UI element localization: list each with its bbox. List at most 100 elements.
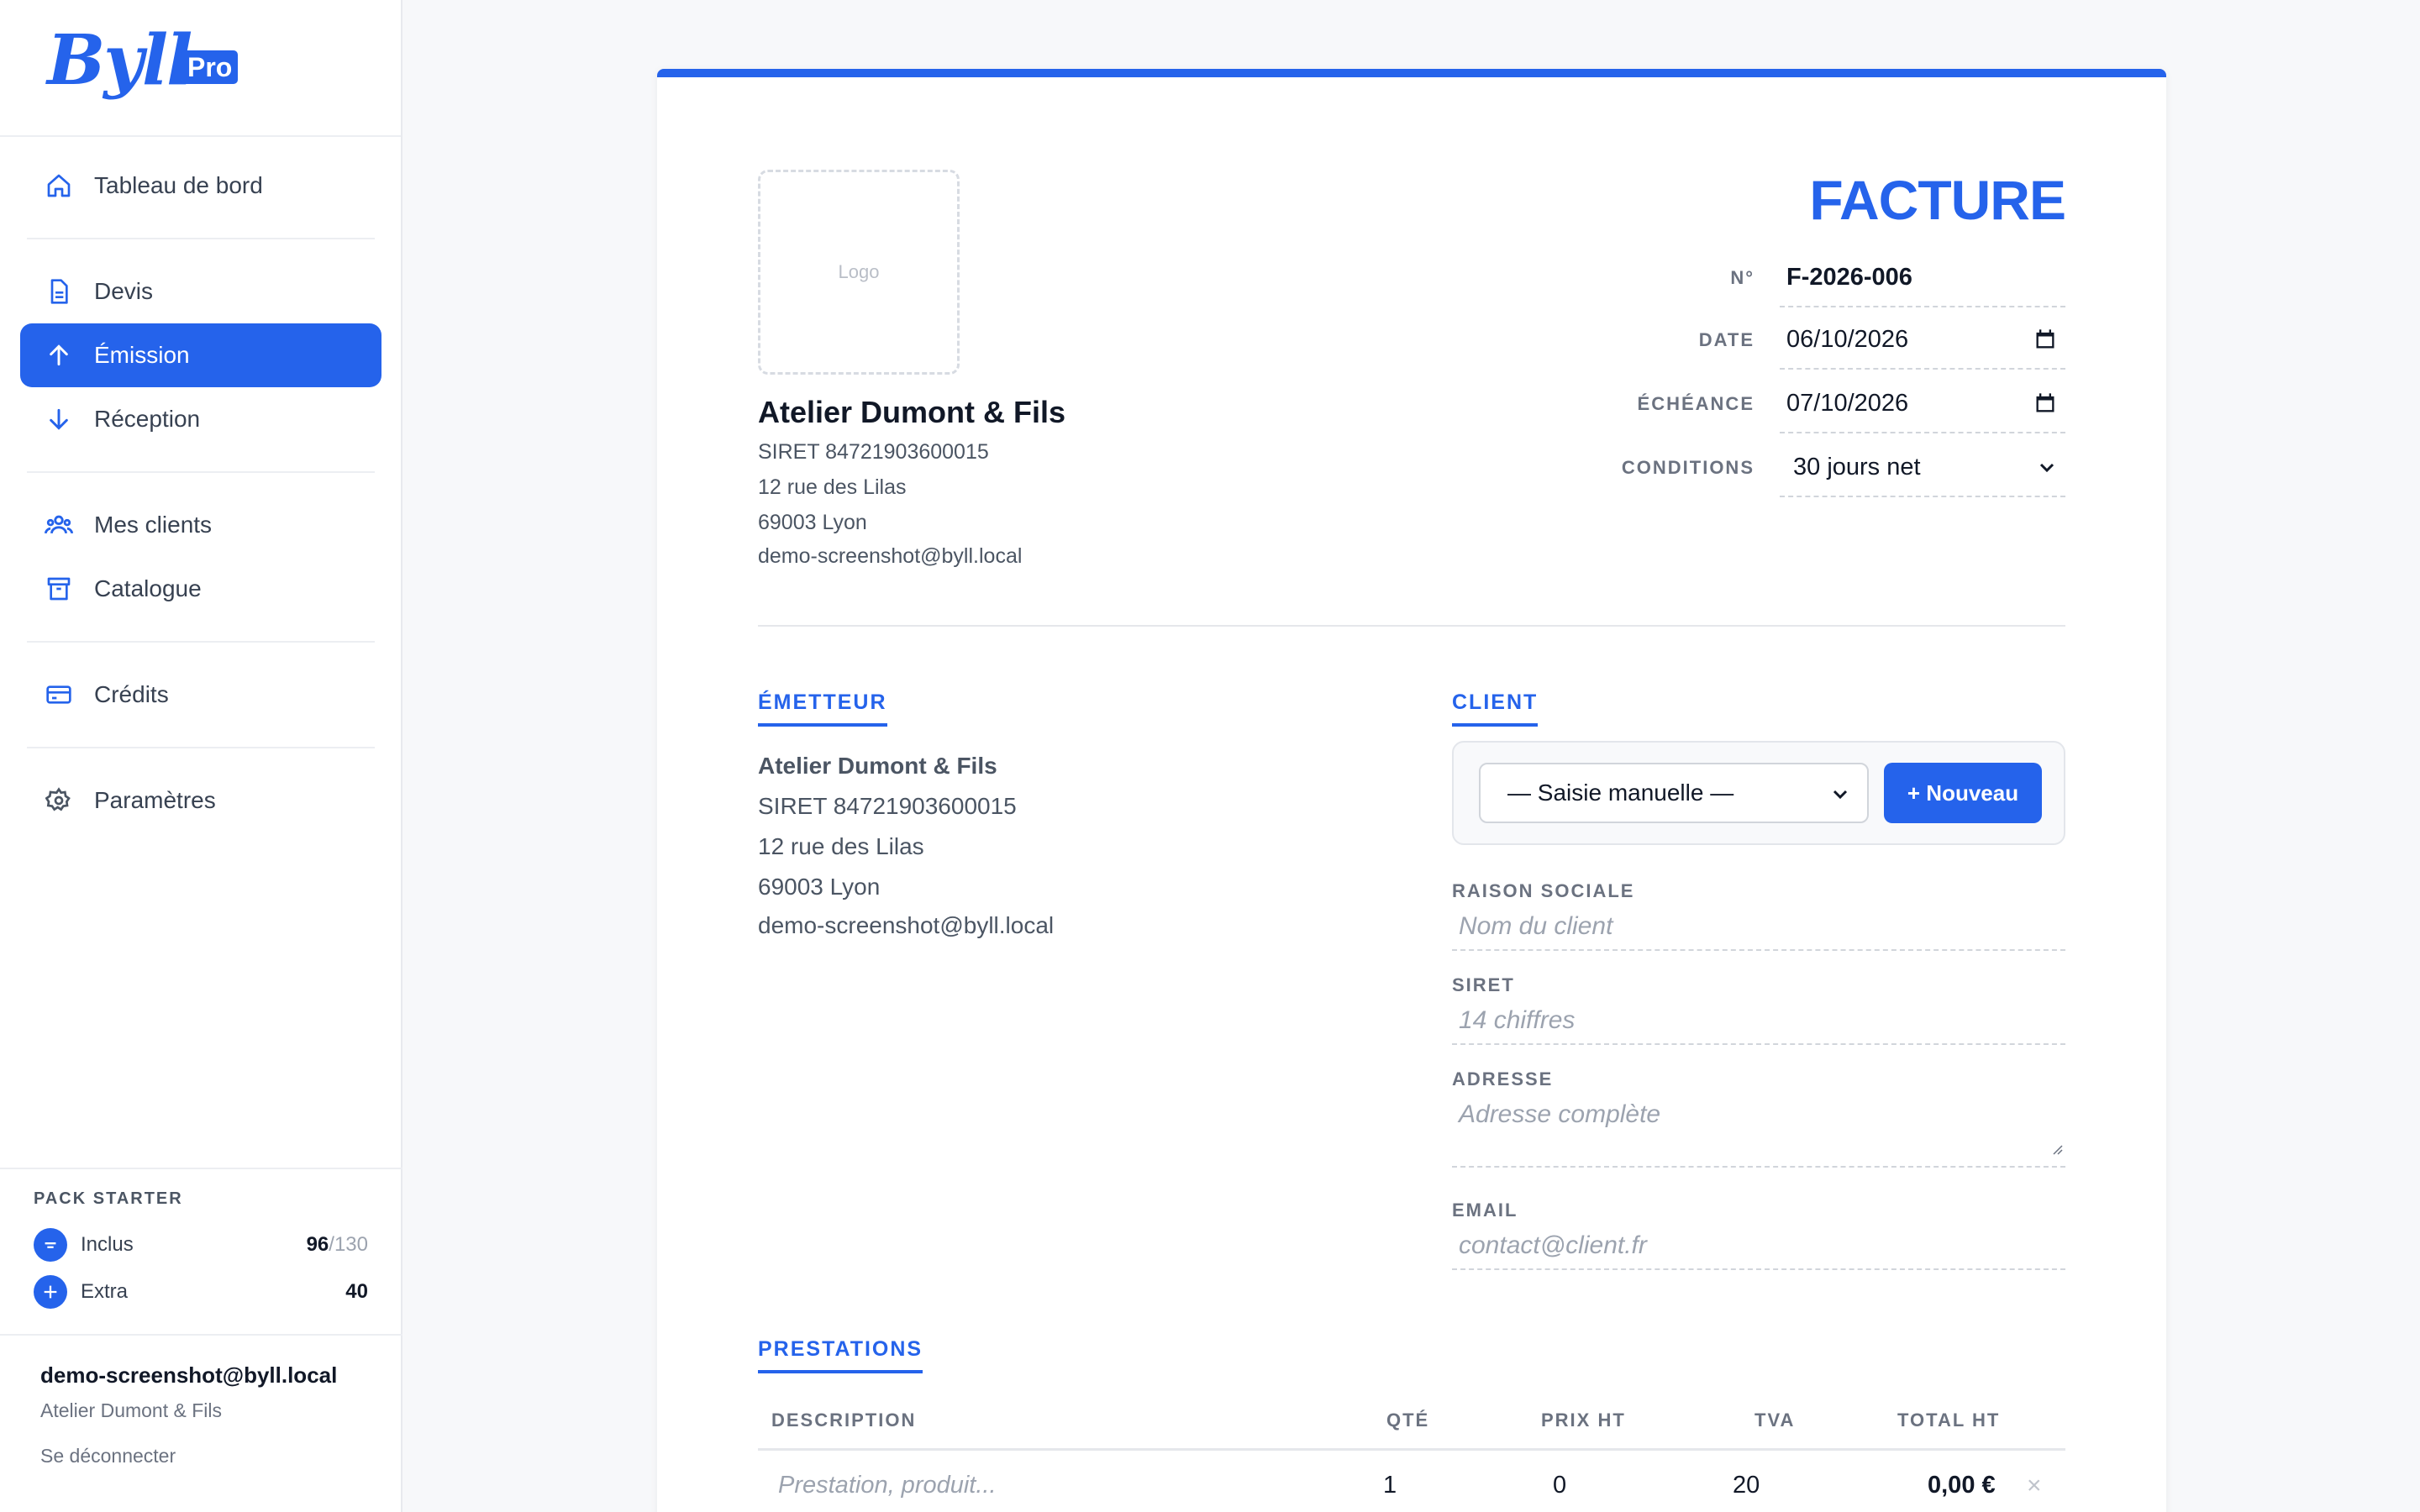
invoice-due-field[interactable]: 07/10/2026 [1780, 375, 2065, 433]
client-company-input[interactable]: Nom du client [1452, 904, 2065, 951]
divider [27, 641, 375, 643]
qty-input[interactable]: 1 [1383, 1472, 1397, 1499]
nav-label: Devis [94, 278, 154, 304]
invoice-due-value: 07/10/2026 [1786, 389, 1909, 417]
services-section-title: PRESTATIONS [758, 1337, 923, 1373]
client-select[interactable]: — Saisie manuelle — [1479, 763, 1869, 823]
invoice-date-field[interactable]: 06/10/2026 [1780, 311, 2065, 370]
client-section-title: CLIENT [1452, 690, 1539, 727]
client-email-input[interactable]: contact@client.fr [1452, 1223, 2065, 1270]
calendar-icon[interactable] [2033, 328, 2057, 351]
row-total: 0,00 € [1928, 1472, 1996, 1499]
nav-item-emission[interactable]: Émission [20, 323, 381, 387]
pro-badge: Pro [182, 50, 239, 84]
arrow-down-icon [44, 404, 74, 434]
col-qty: QTÉ [1386, 1410, 1430, 1431]
col-vat: TVA [1754, 1410, 1796, 1431]
terms-value: 30 jours net [1793, 453, 1921, 480]
col-total: TOTAL HT [1897, 1410, 2001, 1431]
address-label: ADRESSE [1452, 1068, 1554, 1089]
description-input[interactable]: Prestation, produit... [778, 1472, 997, 1499]
emitter-street: 12 rue des Lilas [758, 833, 924, 859]
divider [758, 625, 2065, 627]
address-placeholder: Adresse complète [1459, 1100, 1661, 1128]
client-picker: — Saisie manuelle — + Nouveau [1452, 741, 2065, 845]
emitter-section-title: ÉMETTEUR [758, 690, 887, 727]
nav-label: Mes clients [94, 512, 213, 538]
nav-label: Catalogue [94, 575, 202, 601]
user-org: Atelier Dumont & Fils [40, 1399, 223, 1421]
pack-extra-row: Extra 40 [34, 1275, 368, 1309]
gear-icon [44, 785, 74, 816]
pack-included-value: 96/130 [306, 1233, 368, 1256]
col-price: PRIX HT [1541, 1410, 1626, 1431]
pack-title: PACK STARTER [34, 1189, 183, 1208]
arrow-up-icon [44, 340, 74, 370]
pack-extra-label: Extra [81, 1280, 129, 1303]
new-client-button[interactable]: + Nouveau [1884, 763, 2042, 823]
resize-handle-icon[interactable] [2050, 1134, 2064, 1163]
company-email: demo-screenshot@byll.local [758, 544, 1023, 568]
number-label: N° [1730, 267, 1754, 288]
pack-extra-value: 40 [345, 1280, 368, 1303]
pack-panel: PACK STARTER Inclus 96/130 Extra 40 [0, 1168, 402, 1336]
main-nav: Tableau de bord Devis Émission Réception [20, 154, 381, 832]
users-icon [44, 510, 74, 540]
brand-logo[interactable]: Byll [47, 20, 192, 101]
nav-item-settings[interactable]: Paramètres [20, 769, 381, 832]
client-siret-input[interactable]: 14 chiffres [1452, 998, 2065, 1045]
nav-item-dashboard[interactable]: Tableau de bord [20, 154, 381, 218]
archive-icon [44, 574, 74, 604]
nav-label: Tableau de bord [94, 172, 263, 198]
invoice-number-field[interactable]: F-2026-006 [1780, 249, 2065, 307]
date-label: DATE [1698, 329, 1754, 350]
company-name: Atelier Dumont & Fils [758, 395, 1066, 429]
minus-circle-icon [34, 1228, 67, 1262]
nav-item-credits[interactable]: Crédits [20, 663, 381, 727]
pack-included-label: Inclus [81, 1233, 134, 1256]
table-header-divider [758, 1448, 2065, 1451]
terms-select[interactable]: 30 jours net [1780, 438, 2065, 497]
nav-label: Crédits [94, 681, 169, 707]
company-siret: SIRET 84721903600015 [758, 440, 989, 464]
invoice-document: Logo Atelier Dumont & Fils SIRET 8472190… [657, 69, 2166, 1512]
vat-input[interactable]: 20 [1733, 1472, 1760, 1499]
invoice-title: FACTURE [1809, 169, 2066, 231]
email-label: EMAIL [1452, 1200, 1518, 1221]
nav-item-clients[interactable]: Mes clients [20, 493, 381, 557]
brand-header: Byll Pro [0, 0, 401, 137]
nav-label: Paramètres [94, 787, 216, 813]
client-select-value: — Saisie manuelle — [1507, 780, 1734, 806]
document-icon [44, 276, 74, 307]
logout-link[interactable]: Se déconnecter [40, 1445, 176, 1467]
nav-label: Émission [94, 342, 190, 368]
divider [27, 238, 375, 239]
calendar-icon[interactable] [2033, 391, 2057, 415]
pack-included-row: Inclus 96/130 [34, 1228, 368, 1262]
company-street: 12 rue des Lilas [758, 475, 907, 499]
emitter-siret: SIRET 84721903600015 [758, 793, 1017, 819]
chevron-down-icon [1830, 783, 1850, 810]
terms-label: CONDITIONS [1621, 457, 1754, 478]
client-address-input[interactable]: Adresse complète [1452, 1092, 2065, 1168]
emitter-city: 69003 Lyon [758, 874, 881, 900]
emitter-name: Atelier Dumont & Fils [758, 753, 997, 779]
nav-item-reception[interactable]: Réception [20, 387, 381, 451]
invoice-date-value: 06/10/2026 [1786, 325, 1909, 353]
nav-item-quotes[interactable]: Devis [20, 260, 381, 323]
due-label: ÉCHÉANCE [1637, 393, 1754, 414]
divider [27, 747, 375, 748]
siret-label: SIRET [1452, 974, 1515, 995]
logo-upload[interactable]: Logo [758, 170, 960, 375]
company-city: 69003 Lyon [758, 511, 867, 534]
home-icon [44, 171, 74, 201]
price-input[interactable]: 0 [1553, 1472, 1566, 1499]
col-description: DESCRIPTION [771, 1410, 917, 1431]
user-email: demo-screenshot@byll.local [40, 1362, 338, 1388]
plus-circle-icon [34, 1275, 67, 1309]
divider [27, 471, 375, 473]
credit-card-icon [44, 680, 74, 710]
company-label: RAISON SOCIALE [1452, 880, 1635, 901]
delete-row-icon[interactable]: × [2027, 1472, 2042, 1500]
nav-item-catalog[interactable]: Catalogue [20, 557, 381, 621]
